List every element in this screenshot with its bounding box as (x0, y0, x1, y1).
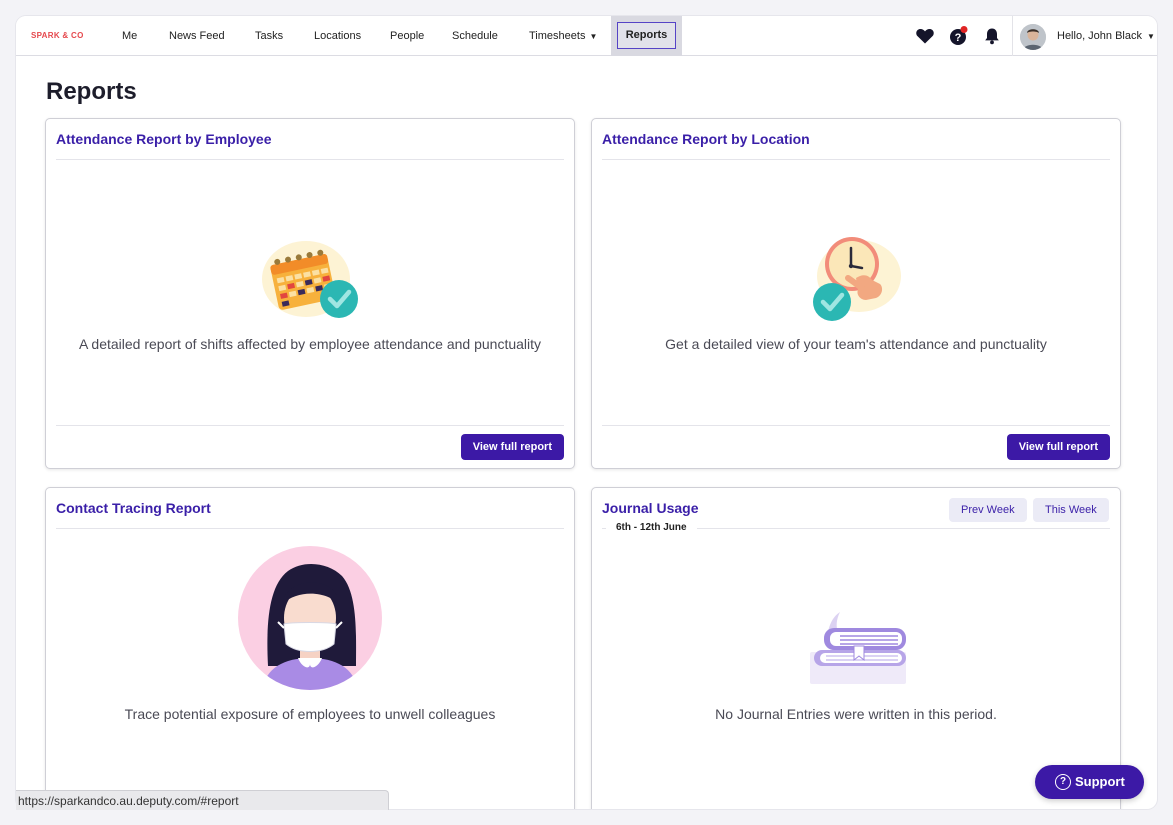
card-divider (602, 159, 1110, 160)
avatar-photo-icon (1020, 24, 1046, 50)
masked-person-illustration (238, 546, 382, 690)
help-icon[interactable]: ? (949, 26, 969, 46)
user-greeting: Hello, John Black (1057, 30, 1142, 42)
bell-icon[interactable] (982, 26, 1002, 46)
nav-item-tasks[interactable]: Tasks (255, 16, 283, 56)
clock-check-illustration (813, 237, 901, 321)
card-attendance-by-location: Attendance Report by Location Get a deta… (591, 118, 1121, 469)
nav-item-timesheets[interactable]: Timesheets ▼ (529, 16, 597, 56)
card-divider (56, 159, 564, 160)
view-full-report-button[interactable]: View full report (1006, 434, 1110, 460)
card-description: Get a detailed view of your team's atten… (665, 336, 1047, 352)
nav-item-me[interactable]: Me (122, 16, 137, 56)
nav-item-news-feed[interactable]: News Feed (169, 16, 225, 56)
card-footer-divider (602, 425, 1110, 426)
support-label: Support (1075, 774, 1125, 789)
nav-divider (1012, 16, 1013, 56)
brand-logo[interactable]: SPARK & CO (31, 31, 84, 40)
help-circle-icon: ? (1055, 774, 1071, 790)
nav-item-schedule[interactable]: Schedule (452, 16, 498, 56)
card-attendance-by-employee: Attendance Report by Employee A detailed… (45, 118, 575, 469)
nav-item-timesheets-label: Timesheets (529, 30, 586, 42)
user-avatar[interactable] (1020, 24, 1046, 50)
card-title[interactable]: Contact Tracing Report (56, 500, 211, 516)
empty-state-message: No Journal Entries were written in this … (715, 706, 997, 722)
card-title[interactable]: Attendance Report by Employee (56, 131, 272, 147)
card-title[interactable]: Attendance Report by Location (602, 131, 810, 147)
card-description: Trace potential exposure of employees to… (124, 706, 496, 722)
calendar-check-illustration (262, 241, 358, 318)
card-divider (56, 528, 564, 529)
user-menu[interactable]: Hello, John Black ▼ (1057, 16, 1155, 56)
heart-icon[interactable] (915, 26, 935, 46)
card-description: A detailed report of shifts affected by … (78, 336, 542, 352)
card-contact-tracing: Contact Tracing Report Trace potential e… (45, 487, 575, 809)
view-full-report-button[interactable]: View full report (460, 434, 564, 460)
journal-books-illustration (810, 612, 906, 684)
prev-week-button[interactable]: Prev Week (949, 498, 1027, 522)
nav-item-people[interactable]: People (390, 16, 424, 56)
card-title[interactable]: Journal Usage (602, 500, 698, 516)
nav-item-locations[interactable]: Locations (314, 16, 361, 56)
app-window: SPARK & CO Me News Feed Tasks Locations … (16, 16, 1157, 809)
nav-item-reports[interactable]: Reports (617, 22, 676, 49)
date-range-label: 6th - 12th June (606, 522, 697, 533)
nav-item-reports-active: Reports (611, 16, 682, 56)
page-title: Reports (46, 78, 137, 105)
svg-text:?: ? (955, 32, 962, 44)
card-journal-usage: Journal Usage Prev Week This Week 6th - … (591, 487, 1121, 809)
top-nav: SPARK & CO Me News Feed Tasks Locations … (16, 16, 1157, 56)
caret-down-icon: ▼ (1147, 32, 1155, 41)
browser-status-url: https://sparkandco.au.deputy.com/#report (16, 790, 389, 810)
caret-down-icon: ▼ (589, 32, 598, 41)
this-week-button[interactable]: This Week (1033, 498, 1109, 522)
card-footer-divider (56, 425, 564, 426)
notification-dot-icon (960, 26, 968, 33)
support-button[interactable]: ? Support (1035, 765, 1144, 799)
